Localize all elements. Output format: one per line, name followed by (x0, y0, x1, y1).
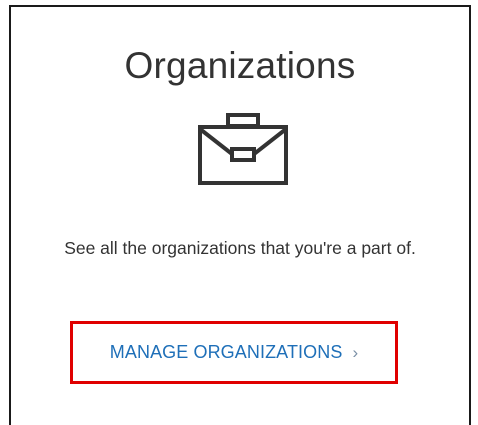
chevron-right-icon: › (352, 342, 359, 362)
organizations-card: Organizations See all the organizations … (9, 5, 471, 425)
card-description: See all the organizations that you're a … (64, 238, 416, 258)
highlight-box: MANAGE ORGANIZATIONS › (70, 321, 398, 384)
manage-organizations-label: MANAGE ORGANIZATIONS (109, 342, 343, 362)
manage-organizations-link[interactable]: MANAGE ORGANIZATIONS › (73, 324, 395, 381)
briefcase-icon (198, 113, 288, 185)
card-title: Organizations (124, 45, 356, 86)
